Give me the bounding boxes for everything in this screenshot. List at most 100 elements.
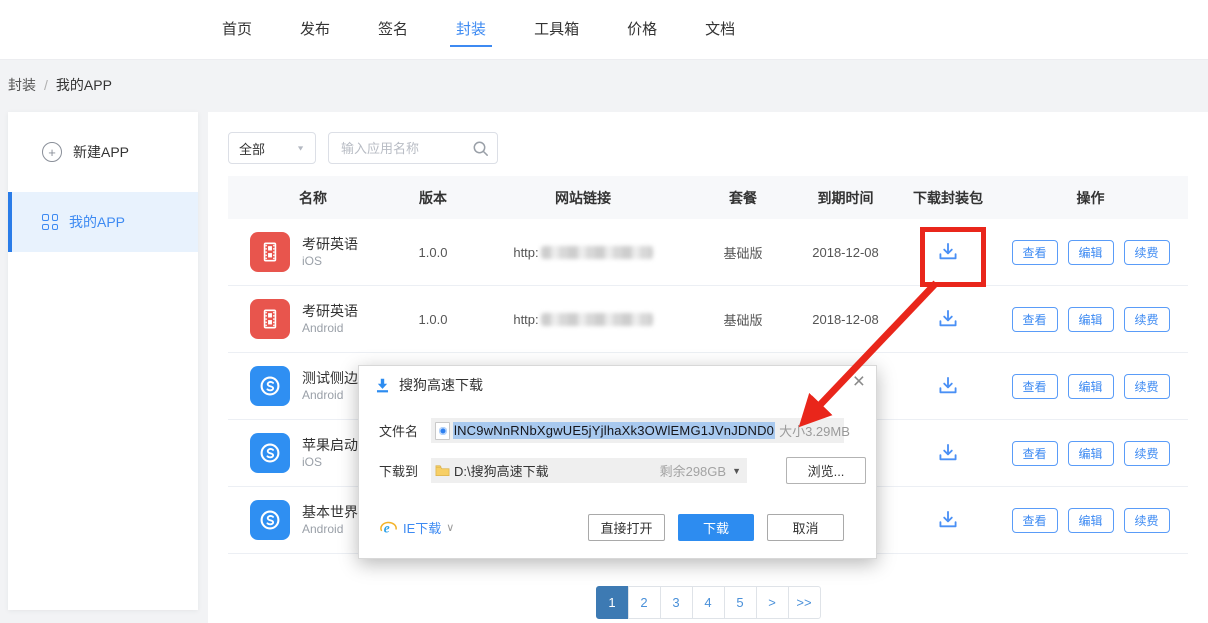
page-next[interactable]: > [756,586,789,619]
download-icon [935,440,961,466]
download-icon [935,507,961,533]
app-name: 苹果启动 [302,436,358,454]
page-4[interactable]: 4 [692,586,725,619]
open-directly-button[interactable]: 直接打开 [588,514,665,541]
edit-button[interactable]: 编辑 [1068,307,1114,332]
chevron-down-icon: ∨ [446,521,454,534]
nav-item-package[interactable]: 封装 [432,0,510,60]
sogou-app-icon [250,366,290,406]
renew-button[interactable]: 续费 [1124,374,1170,399]
view-button[interactable]: 查看 [1012,307,1058,332]
sidebar-item-my-app[interactable]: 我的APP [8,192,198,252]
ie-download-label: IE下载 [403,518,441,537]
search-box [328,132,498,164]
folder-icon [435,464,450,477]
nav-item-home[interactable]: 首页 [198,0,276,60]
download-button[interactable]: 下载 [678,514,754,541]
dialog-header: 搜狗高速下载 × [359,366,876,404]
page-1[interactable]: 1 [596,586,629,619]
edit-button[interactable]: 编辑 [1068,508,1114,533]
nav-item-docs[interactable]: 文档 [681,0,759,60]
table-header: 名称 版本 网站链接 套餐 到期时间 下载封装包 操作 [228,176,1188,219]
dialog-title: 搜狗高速下载 [399,375,483,395]
svg-text:e: e [384,521,390,536]
view-button[interactable]: 查看 [1012,374,1058,399]
renew-button[interactable]: 续费 [1124,441,1170,466]
col-version: 版本 [398,188,468,208]
app-name: 基本世界 [302,503,358,521]
breadcrumb-section[interactable]: 封装 [8,75,36,95]
download-dialog: 搜狗高速下载 × 文件名 lNC9wNnRNbXgwUE5jYjlhaXk3OW… [358,365,877,559]
download-solid-icon [374,377,391,394]
download-package-button[interactable] [933,304,963,334]
film-app-icon [250,299,290,339]
save-to-row: 下载到 D:\搜狗高速下载 剩余298GB ▼ 浏览... [379,458,846,483]
close-icon[interactable]: × [853,371,865,392]
download-package-button[interactable] [933,371,963,401]
page-last[interactable]: >> [788,586,821,619]
app-expires: 2018-12-08 [788,312,903,327]
sidebar-item-label: 新建APP [73,142,129,162]
view-button[interactable]: 查看 [1012,240,1058,265]
page-5[interactable]: 5 [724,586,757,619]
page-3[interactable]: 3 [660,586,693,619]
file-type-icon [435,422,450,440]
nav-item-publish[interactable]: 发布 [276,0,354,60]
blurred-url [541,313,653,326]
caret-down-icon: ▼ [296,144,305,152]
page-2[interactable]: 2 [628,586,661,619]
edit-button[interactable]: 编辑 [1068,441,1114,466]
category-select-value: 全部 [239,139,265,158]
edit-button[interactable]: 编辑 [1068,374,1114,399]
top-nav: 首页 发布 签名 封装 工具箱 价格 文档 [0,0,1208,60]
filename-field[interactable]: lNC9wNnRNbXgwUE5jYjlhaXk3OWlEMG1JVnJDND0… [431,418,844,443]
app-link: http: [468,245,698,260]
search-input[interactable] [339,140,472,157]
app-name-cell: 考研英语 iOS [228,232,398,272]
col-link: 网站链接 [468,188,698,208]
app-platform: Android [302,521,358,537]
save-to-field[interactable]: D:\搜狗高速下载 剩余298GB ▼ [431,458,747,483]
app-package: 基础版 [698,243,788,262]
app-platform: iOS [302,253,358,269]
cancel-button[interactable]: 取消 [767,514,844,541]
search-icon[interactable] [472,140,489,157]
nav-item-price[interactable]: 价格 [603,0,681,60]
renew-button[interactable]: 续费 [1124,508,1170,533]
nav-item-signature[interactable]: 签名 [354,0,432,60]
app-version: 1.0.0 [398,312,468,327]
sidebar-item-new-app[interactable]: + 新建APP [8,112,198,192]
row-actions: 查看 编辑 续费 [993,508,1188,533]
renew-button[interactable]: 续费 [1124,240,1170,265]
breadcrumb-separator: / [44,77,48,93]
save-to-path: D:\搜狗高速下载 [454,461,549,480]
category-select[interactable]: 全部 ▼ [228,132,316,164]
space-remaining: 剩余298GB [660,461,726,480]
page: 首页 发布 签名 封装 工具箱 价格 文档 封装 / 我的APP + 新建APP… [0,0,1208,623]
sidebar: + 新建APP 我的APP [8,112,198,610]
table-row: 考研英语 Android 1.0.0 http: 基础版 2018-12-08 … [228,286,1188,353]
edit-button[interactable]: 编辑 [1068,240,1114,265]
link-prefix: http: [513,245,538,260]
blurred-url [541,246,653,259]
ie-download-toggle[interactable]: e IE下载 ∨ [379,518,454,537]
download-package-button[interactable] [933,438,963,468]
app-link: http: [468,312,698,327]
sidebar-item-label: 我的APP [69,212,125,232]
nav-item-toolbox[interactable]: 工具箱 [510,0,603,60]
row-actions: 查看 编辑 续费 [993,307,1188,332]
save-to-label: 下载到 [379,461,431,480]
col-download: 下载封装包 [903,188,993,208]
view-button[interactable]: 查看 [1012,508,1058,533]
pagination: 1 2 3 4 5 > >> [228,586,1188,619]
app-expires: 2018-12-08 [788,245,903,260]
renew-button[interactable]: 续费 [1124,307,1170,332]
col-name: 名称 [228,188,398,208]
plus-circle-icon: + [42,142,62,162]
app-name: 考研英语 [302,235,358,253]
filename-value[interactable]: lNC9wNnRNbXgwUE5jYjlhaXk3OWlEMG1JVnJDND0 [453,422,775,439]
download-package-button[interactable] [933,505,963,535]
caret-down-icon[interactable]: ▼ [732,466,741,476]
view-button[interactable]: 查看 [1012,441,1058,466]
browse-button[interactable]: 浏览... [786,457,866,484]
